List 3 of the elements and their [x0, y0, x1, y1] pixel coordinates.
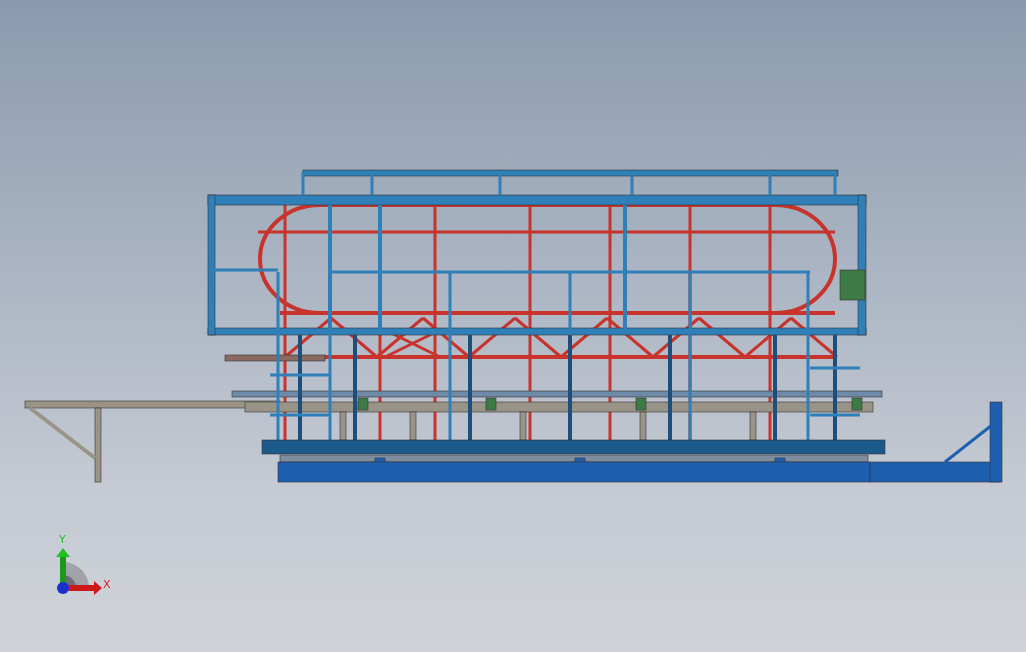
axis-triad-drawing: [56, 548, 102, 595]
x-axis-label: X: [103, 578, 111, 591]
y-axis-label: Y: [59, 533, 66, 546]
